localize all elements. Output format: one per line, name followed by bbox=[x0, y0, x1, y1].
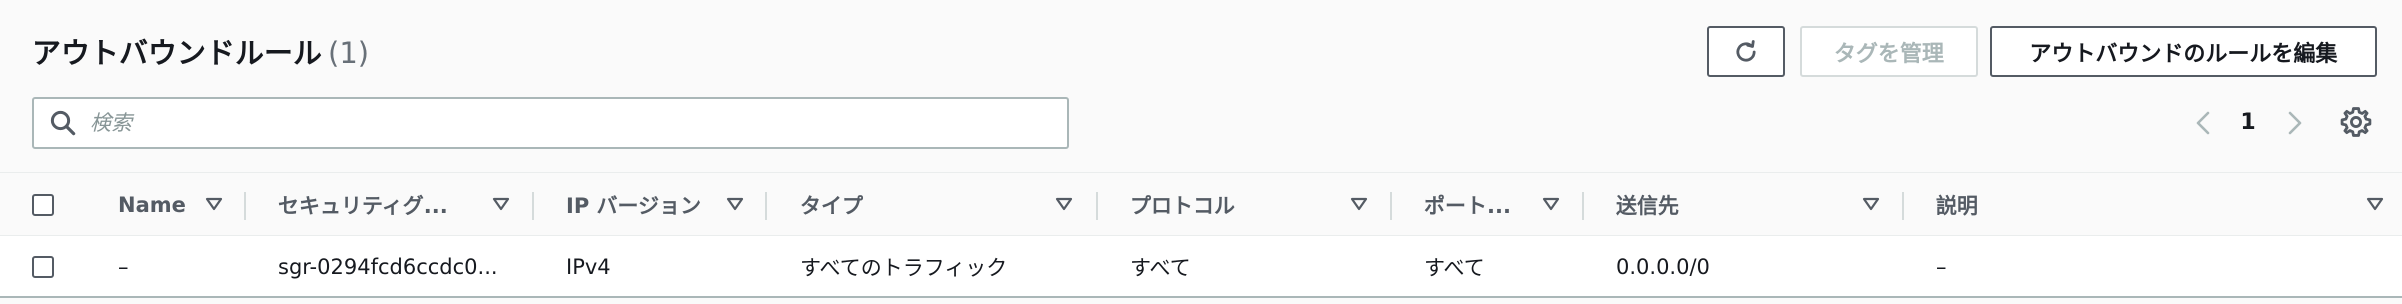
cell-protocol: すべて bbox=[1130, 256, 1191, 280]
column-header-port-range[interactable]: ポート... bbox=[1424, 173, 1511, 237]
outbound-rules-panel: アウトバウンドルール(1) タグを管理 アウトバウンドのルールを編集 1 Nam… bbox=[0, 0, 2402, 304]
cell-ip-version: IPv4 bbox=[566, 255, 611, 279]
chevron-right-icon[interactable] bbox=[2282, 107, 2306, 139]
column-divider[interactable] bbox=[765, 192, 767, 220]
sort-caret-icon[interactable] bbox=[492, 195, 510, 213]
sort-caret-icon[interactable] bbox=[1542, 195, 1560, 213]
sort-caret-icon[interactable] bbox=[205, 195, 223, 213]
column-header-protocol[interactable]: プロトコル bbox=[1130, 173, 1235, 237]
row-checkbox[interactable] bbox=[32, 256, 54, 278]
page-title: アウトバウンドルール (1) bbox=[32, 30, 369, 72]
column-divider[interactable] bbox=[1902, 192, 1904, 220]
sort-caret-icon[interactable] bbox=[1350, 195, 1368, 213]
table-row[interactable]: – sgr-0294fcd6ccdc0... IPv4 すべてのトラフィック す… bbox=[0, 236, 2402, 298]
gear-icon[interactable] bbox=[2339, 105, 2373, 139]
refresh-button[interactable] bbox=[1707, 26, 1785, 77]
column-divider[interactable] bbox=[1096, 192, 1098, 220]
column-header-security-group-rule-id[interactable]: セキュリティグ... bbox=[278, 173, 448, 237]
current-page[interactable]: 1 bbox=[2232, 108, 2264, 138]
cell-destination: 0.0.0.0/0 bbox=[1616, 255, 1710, 279]
cell-type: すべてのトラフィック bbox=[800, 256, 1008, 280]
column-header-name[interactable]: Name bbox=[118, 173, 186, 237]
column-divider[interactable] bbox=[1390, 192, 1392, 220]
column-divider[interactable] bbox=[1582, 192, 1584, 220]
sort-caret-icon[interactable] bbox=[726, 195, 744, 213]
manage-tags-button[interactable]: タグを管理 bbox=[1800, 26, 1978, 77]
sort-caret-icon[interactable] bbox=[1862, 195, 1880, 213]
sort-caret-icon[interactable] bbox=[2366, 195, 2384, 213]
sort-caret-icon[interactable] bbox=[1055, 195, 1073, 213]
rule-count: (1) bbox=[328, 36, 370, 70]
chevron-left-icon[interactable] bbox=[2192, 107, 2216, 139]
column-header-destination[interactable]: 送信先 bbox=[1616, 173, 1679, 237]
select-all-checkbox[interactable] bbox=[32, 194, 54, 216]
search-field[interactable] bbox=[32, 97, 1069, 149]
cell-description: – bbox=[1936, 255, 1947, 279]
edit-outbound-rules-button[interactable]: アウトバウンドのルールを編集 bbox=[1990, 26, 2377, 77]
column-header-type[interactable]: タイプ bbox=[800, 173, 863, 237]
cell-name: – bbox=[118, 255, 129, 279]
column-header-description[interactable]: 説明 bbox=[1936, 173, 1978, 237]
column-divider[interactable] bbox=[532, 192, 534, 220]
title-text: アウトバウンドルール bbox=[32, 36, 323, 70]
search-icon bbox=[50, 110, 76, 136]
refresh-icon bbox=[1736, 39, 1756, 62]
cell-security-group-rule-id[interactable]: sgr-0294fcd6ccdc0... bbox=[278, 236, 498, 298]
cell-port-range: すべて bbox=[1424, 256, 1485, 280]
column-header-ip-version[interactable]: IP バージョン bbox=[566, 173, 701, 237]
search-input[interactable] bbox=[90, 111, 1040, 135]
column-divider[interactable] bbox=[244, 192, 246, 220]
table-header: Name セキュリティグ... IP バージョン タイプ プロトコル ポート..… bbox=[0, 172, 2402, 236]
